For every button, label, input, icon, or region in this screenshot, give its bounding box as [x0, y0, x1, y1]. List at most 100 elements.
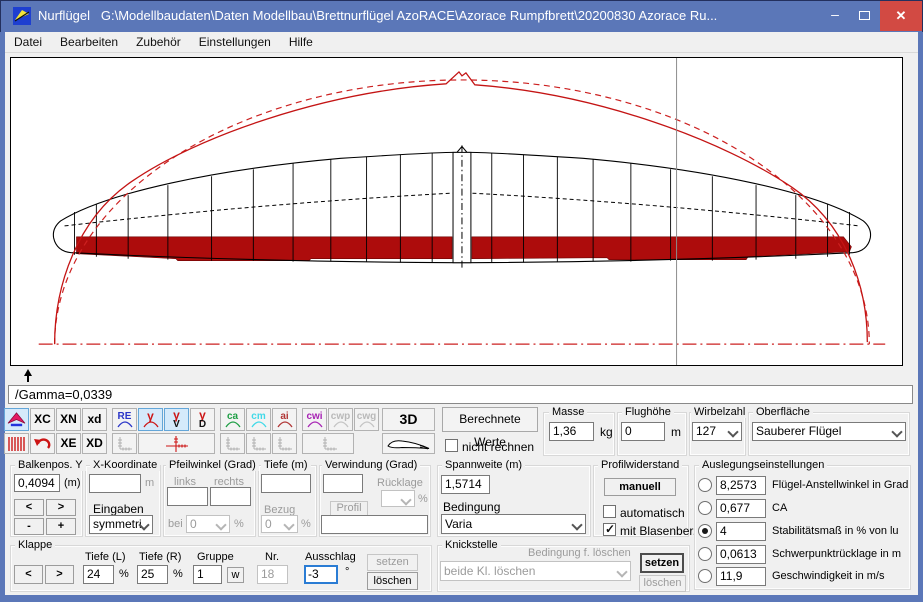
nr-label: Nr.	[265, 551, 279, 563]
spannweite-label: Spannweite (m)	[442, 459, 525, 471]
ruecklage-percent: %	[418, 493, 428, 505]
nurfluegel-window: { "window": { "app_name": "Nurflügel", "…	[0, 0, 923, 602]
tiefe-l-percent: %	[119, 568, 129, 580]
profil-field[interactable]	[321, 515, 428, 534]
auslegung-radio-0[interactable]	[698, 478, 712, 492]
tiefe-r-field[interactable]: 25	[137, 565, 168, 584]
schwerpunkt-label: Schwerpunktrücklage in m	[772, 548, 901, 560]
auslegung-radio-3[interactable]	[698, 547, 712, 561]
masse-field[interactable]: 1,36	[549, 422, 594, 441]
close-button[interactable]: ✕	[880, 1, 922, 31]
minimize-button[interactable]: –	[820, 0, 850, 31]
auslegung-radio-4[interactable]	[698, 569, 712, 583]
gruppe-field[interactable]: 1	[193, 565, 222, 584]
axis-scale-button-cm	[246, 433, 271, 454]
balkenpos-plus-button[interactable]: +	[46, 518, 76, 535]
xkoordinate-field[interactable]	[89, 474, 141, 493]
bedingung-combo[interactable]: Varia	[441, 514, 586, 534]
menu-item-zubehoer[interactable]: Zubehör	[127, 32, 190, 52]
rib-lines-button[interactable]	[4, 433, 29, 454]
verwindung-field[interactable]	[323, 474, 363, 493]
tiefe-l-field[interactable]: 24	[83, 565, 114, 584]
axis-scale-icon	[275, 436, 294, 452]
gamma-plot-button[interactable]: γ	[138, 408, 163, 431]
menu-item-bearbeiten[interactable]: Bearbeiten	[51, 32, 127, 52]
ruecklage-label: Rücklage	[377, 477, 423, 489]
oberflaeche-label: Oberfläche	[753, 406, 813, 418]
geschwindigkeit-label: Geschwindigkeit in m/s	[772, 570, 885, 582]
w-button[interactable]: w	[227, 567, 244, 583]
chevron-down-icon	[571, 519, 582, 530]
stabilitaet-label: Stabilitätsmaß in % von lu	[772, 525, 899, 537]
xd-small-button[interactable]: xd	[82, 408, 107, 431]
balkenpos-minus-button[interactable]: -	[14, 518, 44, 535]
verwindung-label: Verwindung (Grad)	[322, 459, 420, 471]
curve-icon	[225, 421, 241, 428]
gamma-v-button[interactable]: γ V	[164, 408, 189, 431]
automatisch-checkbox[interactable]	[603, 505, 616, 518]
chevron-down-icon	[400, 494, 411, 505]
three-d-view-button[interactable]: 3D	[382, 408, 435, 431]
axis-scale-button-gamma[interactable]	[138, 433, 215, 454]
pfeilwinkel-links-field[interactable]	[167, 487, 208, 506]
balkenpos-prev-button[interactable]: <	[14, 499, 44, 516]
xd-cap-button[interactable]: XD	[82, 433, 107, 454]
tiefe-r-percent: %	[173, 568, 183, 580]
curve-icon	[277, 421, 293, 428]
menu-item-einstellungen[interactable]: Einstellungen	[190, 32, 280, 52]
xc-button[interactable]: XC	[30, 408, 55, 431]
nicht-rechnen-checkbox[interactable]	[445, 439, 458, 452]
klappe-setzen-button: setzen	[367, 554, 418, 571]
curve-icon	[359, 421, 375, 428]
stabilitaet-field[interactable]: 4	[716, 522, 766, 541]
flughoehe-field[interactable]: 0	[621, 422, 665, 441]
axis-scale-icon	[317, 436, 339, 452]
cm-plot-button[interactable]: cm	[246, 408, 271, 431]
ausschlag-field[interactable]: -3	[304, 565, 338, 584]
schwerpunkt-field[interactable]: 0,0613	[716, 545, 766, 564]
menu-item-datei[interactable]: Datei	[5, 32, 51, 52]
xn-button[interactable]: XN	[56, 408, 81, 431]
axis-scale-icon	[249, 436, 268, 452]
anstellwinkel-field[interactable]: 8,2573	[716, 476, 766, 495]
klappe-next-button[interactable]: >	[45, 565, 74, 584]
klappe-prev-button[interactable]: <	[14, 565, 43, 584]
spannweite-field[interactable]: 1,5714	[441, 475, 490, 494]
bedingung-loeschen-label: Bedingung f. löschen	[528, 547, 631, 559]
undo-button[interactable]	[30, 433, 55, 454]
nicht-rechnen-label: nicht rechnen	[462, 440, 534, 454]
pfeilwinkel-rechts-field[interactable]	[210, 487, 251, 506]
oberflaeche-combo[interactable]: Sauberer Flügel	[752, 422, 906, 441]
planform-canvas[interactable]	[10, 57, 903, 366]
balkenpos-next-button[interactable]: >	[46, 499, 76, 516]
cwi-plot-button[interactable]: cwi	[302, 408, 327, 431]
ai-plot-button[interactable]: ai	[272, 408, 297, 431]
auslegung-radio-2[interactable]	[698, 524, 712, 538]
menu-bar: Datei Bearbeiten Zubehör Einstellungen H…	[5, 32, 918, 53]
geschwindigkeit-field[interactable]: 11,9	[716, 567, 766, 586]
profil-button: Profil	[330, 501, 368, 516]
wing-view-button[interactable]	[4, 408, 29, 431]
xe-button[interactable]: XE	[56, 433, 81, 454]
eingaben-combo[interactable]: symmetri	[89, 515, 153, 534]
title-bar[interactable]: Nurflügel G:\Modellbaudaten\Daten Modell…	[0, 0, 923, 32]
ca-field[interactable]: 0,677	[716, 499, 766, 518]
menu-item-hilfe[interactable]: Hilfe	[280, 32, 322, 52]
balkenpos-field[interactable]: 0,4094	[14, 474, 60, 492]
flughoehe-label: Flughöhe	[622, 406, 674, 418]
auslegung-radio-1[interactable]	[698, 501, 712, 515]
ca-plot-button[interactable]: ca	[220, 408, 245, 431]
klappe-loeschen-button[interactable]: löschen	[367, 572, 418, 590]
airfoil-view-button[interactable]	[382, 433, 435, 454]
manuell-button[interactable]: manuell	[604, 478, 676, 496]
maximize-button[interactable]	[850, 0, 880, 31]
knick-setzen-button[interactable]: setzen	[640, 553, 684, 573]
gamma-status-field[interactable]: /Gamma=0,0339	[8, 385, 913, 404]
gamma-d-button[interactable]: γ D	[190, 408, 215, 431]
blasenber-checkbox[interactable]	[603, 523, 616, 536]
berechnete-werte-button[interactable]: Berechnete Werte	[442, 407, 538, 432]
re-plot-button[interactable]: RE	[112, 408, 137, 431]
tiefe-field[interactable]	[261, 474, 311, 493]
wirbelzahl-combo[interactable]: 127	[692, 422, 742, 441]
position-marker-icon[interactable]	[22, 368, 34, 383]
